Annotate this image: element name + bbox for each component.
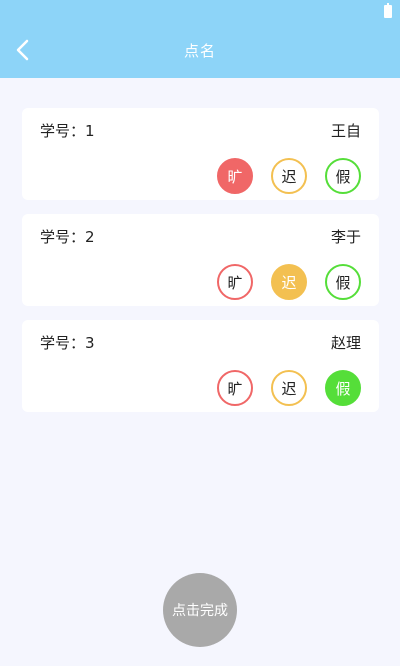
student-list: 学号：1 王自 旷 迟 假 学号：2 李于 旷 迟 假 学号：3 赵理 旷 迟 … <box>22 108 379 426</box>
finish-button[interactable]: 点击完成 <box>163 573 237 647</box>
absent-button[interactable]: 旷 <box>217 264 253 300</box>
absent-button[interactable]: 旷 <box>217 158 253 194</box>
student-card: 学号：1 王自 旷 迟 假 <box>22 108 379 200</box>
late-button[interactable]: 迟 <box>271 370 307 406</box>
leave-button[interactable]: 假 <box>325 264 361 300</box>
leave-button[interactable]: 假 <box>325 370 361 406</box>
battery-icon <box>384 3 392 18</box>
student-id: 学号：1 <box>40 122 95 140</box>
student-name: 王自 <box>330 122 361 140</box>
student-name: 李于 <box>330 228 361 246</box>
late-button[interactable]: 迟 <box>271 158 307 194</box>
student-id: 学号：3 <box>40 334 95 352</box>
student-name: 赵理 <box>330 334 361 352</box>
leave-button[interactable]: 假 <box>325 158 361 194</box>
absent-button[interactable]: 旷 <box>217 370 253 406</box>
student-card: 学号：2 李于 旷 迟 假 <box>22 214 379 306</box>
student-id: 学号：2 <box>40 228 95 246</box>
app-header: 点名 <box>0 22 400 78</box>
page-title: 点名 <box>183 42 216 60</box>
late-button[interactable]: 迟 <box>271 264 307 300</box>
status-bar <box>0 0 400 22</box>
student-card: 学号：3 赵理 旷 迟 假 <box>22 320 379 412</box>
